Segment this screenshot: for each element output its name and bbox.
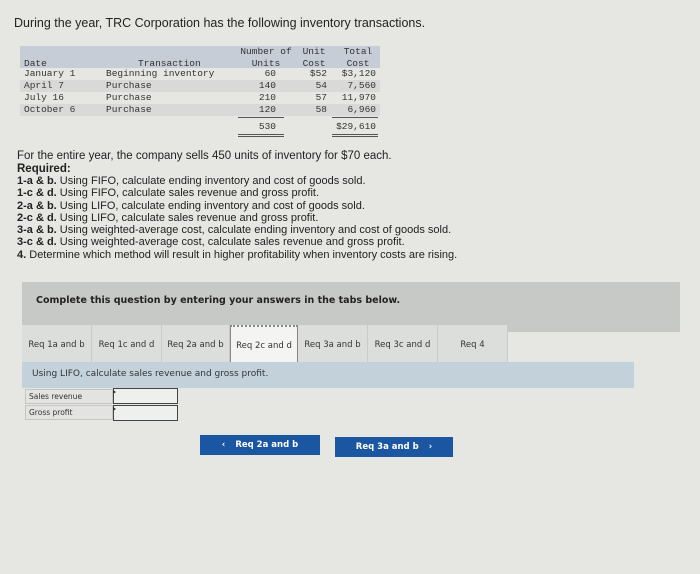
requirement-item: 1-c & d. Using FIFO, calculate sales rev…: [17, 187, 457, 199]
requirement-text: Using weighted-average cost, calculate s…: [56, 236, 405, 249]
requirements-list: 1-a & b. Using FIFO, calculate ending in…: [17, 175, 457, 261]
total-units: 530: [258, 121, 276, 132]
requirement-item: 2-a & b. Using LIFO, calculate ending in…: [17, 200, 457, 212]
cost-total-double-rule: [332, 134, 378, 137]
row-transaction: Purchase: [106, 92, 152, 103]
requirement-label: 4.: [17, 248, 27, 261]
requirement-label: 3-a & b.: [17, 224, 57, 237]
required-label: Required:: [17, 163, 71, 175]
requirement-text: Using FIFO, calculate sales revenue and …: [56, 187, 320, 200]
prev-req-button[interactable]: ‹ Req 2a and b: [200, 435, 320, 455]
requirement-label: 3-c & d.: [17, 236, 57, 249]
requirement-item: 1-a & b. Using FIFO, calculate ending in…: [17, 175, 457, 187]
row-transaction: Purchase: [106, 80, 152, 91]
row-date: April 7: [24, 80, 64, 91]
row-date: July 16: [24, 92, 64, 103]
row-transaction: Beginning inventory: [106, 68, 215, 79]
row-unit-cost: 57: [315, 92, 327, 103]
row-date: January 1: [24, 68, 76, 79]
next-req-label: Req 3a and b: [355, 442, 419, 452]
requirement-item: 3-c & d. Using weighted-average cost, ca…: [17, 236, 457, 248]
row-total-cost: 7,560: [347, 80, 376, 91]
tab-req-4[interactable]: Req 4: [438, 325, 508, 365]
requirement-label: 2-a & b.: [17, 199, 57, 212]
sales-revenue-input[interactable]: [113, 388, 178, 404]
row-unit-cost: 54: [315, 80, 327, 91]
tab-req-3c-d[interactable]: Req 3c and d: [368, 325, 438, 365]
sales-revenue-label: Sales revenue: [25, 389, 113, 404]
requirement-text: Using LIFO, calculate sales revenue and …: [56, 211, 319, 224]
instruction-bar: Using LIFO, calculate sales revenue and …: [22, 362, 634, 388]
chevron-right-icon: ›: [428, 442, 433, 452]
row-total-cost: $3,120: [341, 68, 376, 79]
requirement-label: 2-c & d.: [17, 211, 57, 224]
tab-req-2c-d[interactable]: Req 2c and d: [230, 325, 298, 365]
row-transaction: Purchase: [106, 104, 152, 115]
next-req-button[interactable]: Req 3a and b ›: [335, 437, 453, 457]
row-units: 210: [258, 92, 276, 103]
requirement-text: Determine which method will result in hi…: [26, 248, 458, 261]
cost-subtotal-rule: [332, 117, 378, 118]
gross-profit-label: Gross profit: [25, 405, 113, 420]
total-cost: $29,610: [336, 121, 376, 132]
tab-req-1c-d[interactable]: Req 1c and d: [92, 325, 162, 365]
requirement-label: 1-a & b.: [17, 175, 57, 187]
units-subtotal-rule: [238, 117, 284, 118]
requirement-text: Using weighted-average cost, calculate e…: [56, 224, 452, 237]
row-date: October 6: [24, 104, 76, 115]
instruction-text: Using LIFO, calculate sales revenue and …: [32, 369, 269, 379]
row-units: 120: [258, 104, 276, 115]
input-marker-icon: [113, 407, 116, 411]
requirement-item: 3-a & b. Using weighted-average cost, ca…: [17, 224, 457, 236]
requirement-label: 1-c & d.: [17, 187, 57, 200]
tab-req-3a-b[interactable]: Req 3a and b: [298, 325, 368, 365]
sales-text: For the entire year, the company sells 4…: [17, 150, 392, 162]
row-unit-cost: 58: [315, 104, 327, 115]
requirement-item: 2-c & d. Using LIFO, calculate sales rev…: [17, 212, 457, 224]
row-units: 140: [258, 80, 276, 91]
requirement-text: Using LIFO, calculate ending inventory a…: [56, 199, 365, 212]
gross-profit-input[interactable]: [113, 405, 178, 421]
requirement-item: 4. Determine which method will result in…: [17, 249, 457, 261]
tab-req-1a-b[interactable]: Req 1a and b: [22, 325, 92, 365]
header-units-1: Number of: [240, 46, 292, 57]
header-unit-cost-1: Unit: [302, 46, 326, 57]
header-total-cost-1: Total: [343, 46, 373, 57]
complete-instructions: Complete this question by entering your …: [36, 295, 401, 306]
row-total-cost: 11,970: [341, 92, 376, 103]
input-marker-icon: [113, 390, 116, 394]
requirement-text: Using FIFO, calculate ending inventory a…: [56, 175, 366, 187]
tab-req-2a-b[interactable]: Req 2a and b: [162, 325, 230, 365]
prev-req-label: Req 2a and b: [235, 440, 299, 450]
row-total-cost: 6,960: [347, 104, 376, 115]
row-units: 60: [264, 68, 276, 79]
problem-intro: During the year, TRC Corporation has the…: [14, 16, 426, 30]
chevron-left-icon: ‹: [221, 440, 226, 450]
row-unit-cost: $52: [309, 68, 327, 79]
units-total-double-rule: [238, 134, 284, 137]
